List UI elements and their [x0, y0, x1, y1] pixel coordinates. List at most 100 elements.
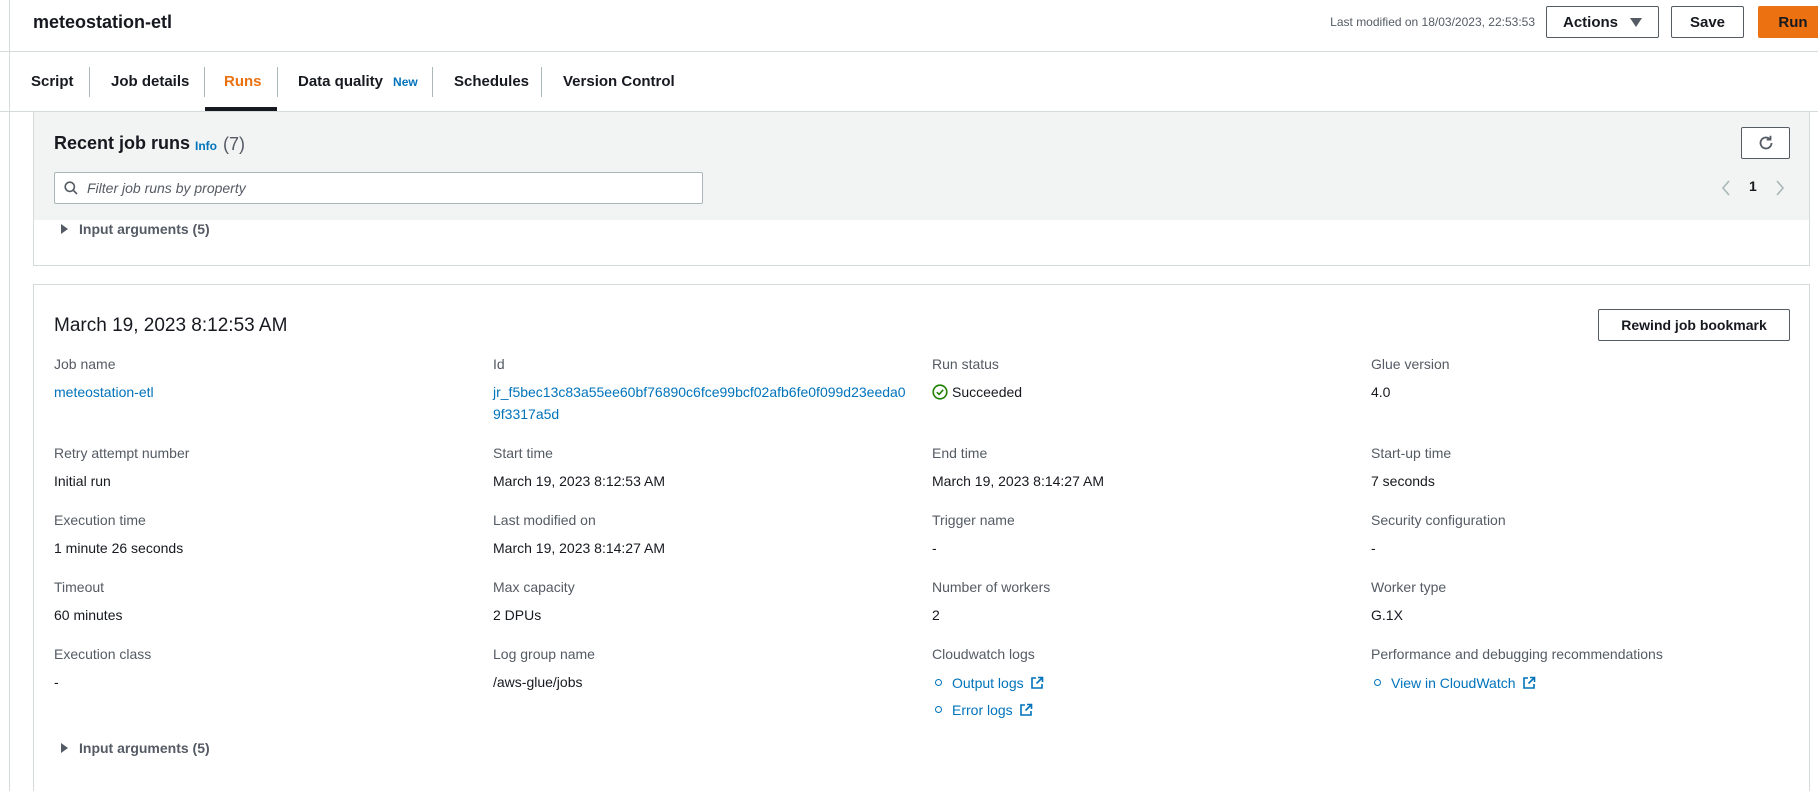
last-modified-text: Last modified on 18/03/2023, 22:53:53 [1330, 15, 1535, 29]
next-page-button[interactable] [1772, 178, 1788, 198]
previous-page-button[interactable] [1718, 178, 1734, 198]
recent-runs-title: Recent job runs [54, 133, 191, 153]
field-label: Cloudwatch logs [932, 646, 1035, 662]
tab-runs[interactable]: Runs [224, 52, 262, 111]
run-id-link[interactable]: jr_f5bec13c83a55ee60bf76890c6fce99bcf02a… [493, 381, 913, 425]
field-label: Number of workers [932, 579, 1051, 595]
tab-schedules[interactable]: Schedules [454, 52, 529, 111]
field-label: Max capacity [493, 579, 575, 595]
retry-attempt-field: Retry attempt number Initial run [54, 444, 474, 492]
page-header: meteostation-etl Last modified on 18/03/… [0, 0, 1818, 52]
input-arguments-expander[interactable]: Input arguments (5) [61, 221, 210, 237]
external-link-icon [1030, 676, 1043, 689]
info-link[interactable]: Info [195, 139, 217, 153]
run-status-value: Succeeded [952, 384, 1023, 400]
tab-version-control[interactable]: Version Control [563, 52, 675, 111]
tab-divider [277, 67, 278, 97]
rewind-job-bookmark-button[interactable]: Rewind job bookmark [1598, 309, 1790, 341]
field-label: Run status [932, 356, 999, 372]
external-link-icon [1019, 703, 1032, 716]
job-name-field: Job name meteostation-etl [54, 355, 474, 403]
error-logs-label: Error logs [952, 701, 1013, 718]
field-label: Trigger name [932, 512, 1015, 528]
field-value: G.1X [1371, 607, 1403, 623]
tab-divider [541, 67, 542, 97]
caret-right-icon [61, 743, 68, 753]
check-circle-icon [932, 384, 948, 400]
field-label: Glue version [1371, 356, 1450, 372]
run-title: March 19, 2023 8:12:53 AM [54, 315, 288, 336]
save-button[interactable]: Save [1671, 6, 1744, 38]
field-value: 60 minutes [54, 607, 123, 623]
field-label: Id [493, 356, 505, 372]
tab-script[interactable]: Script [31, 52, 74, 111]
id-field: Id jr_f5bec13c83a55ee60bf76890c6fce99bcf… [493, 355, 913, 425]
runs-count: (7) [223, 134, 245, 154]
external-link-icon [1522, 676, 1535, 689]
refresh-icon [1759, 135, 1772, 150]
recent-runs-header: Recent job runs Info (7) 1 [33, 112, 1810, 220]
actions-button[interactable]: Actions [1546, 6, 1659, 38]
field-label: Last modified on [493, 512, 596, 528]
chevron-right-icon [1776, 180, 1785, 196]
field-value: 2 DPUs [493, 607, 542, 623]
field-value: /aws-glue/jobs [493, 674, 583, 690]
tab-data-quality[interactable]: Data quality New [298, 52, 418, 111]
error-logs-link[interactable]: Error logs [932, 696, 1352, 723]
log-group-name-field: Log group name /aws-glue/jobs [493, 645, 913, 693]
field-label: Start time [493, 445, 553, 461]
field-label: Worker type [1371, 579, 1447, 595]
field-label: Start-up time [1371, 445, 1452, 461]
cloudwatch-logs-field: Cloudwatch logs Output logs Error logs [932, 645, 1352, 723]
timeout-field: Timeout 60 minutes [54, 578, 474, 626]
status-badge: Succeeded [932, 381, 1352, 403]
view-in-cloudwatch-label: View in CloudWatch [1391, 674, 1516, 691]
start-time-field: Start time March 19, 2023 8:12:53 AM [493, 444, 913, 492]
tab-job-details[interactable]: Job details [111, 52, 189, 111]
page-title: meteostation-etl [33, 12, 173, 32]
run-detail-card: March 19, 2023 8:12:53 AM Rewind job boo… [33, 284, 1810, 791]
field-value: March 19, 2023 8:14:27 AM [493, 540, 665, 556]
job-name-link[interactable]: meteostation-etl [54, 381, 474, 403]
current-page-number[interactable]: 1 [1749, 178, 1757, 194]
bullet-dot [1374, 679, 1381, 686]
field-label: Performance and debugging recommendation… [1371, 646, 1663, 662]
filter-job-runs-input[interactable] [87, 176, 687, 200]
security-configuration-field: Security configuration - [1371, 511, 1791, 559]
tab-divider [89, 67, 90, 97]
run-button[interactable]: Run [1758, 6, 1818, 38]
last-modified-on-field: Last modified on March 19, 2023 8:14:27 … [493, 511, 913, 559]
input-arguments-expander[interactable]: Input arguments (5) [61, 740, 210, 756]
startup-time-field: Start-up time 7 seconds [1371, 444, 1791, 492]
tab-divider [432, 67, 433, 97]
active-tab-indicator [205, 107, 277, 111]
view-in-cloudwatch-link[interactable]: View in CloudWatch [1371, 669, 1791, 696]
field-label: Job name [54, 356, 116, 372]
field-value: 2 [932, 607, 940, 623]
field-value: 1 minute 26 seconds [54, 540, 184, 556]
refresh-button[interactable] [1741, 127, 1790, 159]
end-time-field: End time March 19, 2023 8:14:27 AM [932, 444, 1352, 492]
field-value: - [932, 540, 937, 556]
field-value: - [54, 674, 59, 690]
run-status-field: Run status Succeeded [932, 355, 1352, 403]
filter-box [54, 172, 703, 204]
output-logs-link[interactable]: Output logs [932, 669, 1352, 696]
performance-links-list: View in CloudWatch [1371, 669, 1791, 696]
cloudwatch-logs-list: Output logs Error logs [932, 669, 1352, 723]
performance-recommendations-field: Performance and debugging recommendation… [1371, 645, 1791, 696]
tab-data-quality-label: Data quality [298, 73, 384, 90]
search-icon [64, 181, 78, 195]
tab-bar: Script Job details Runs Data quality New… [0, 52, 1818, 112]
caret-down-icon [1630, 17, 1642, 27]
field-label: Security configuration [1371, 512, 1506, 528]
actions-label: Actions [1562, 13, 1618, 31]
output-logs-label: Output logs [952, 674, 1024, 691]
field-label: Execution time [54, 512, 146, 528]
number-of-workers-field: Number of workers 2 [932, 578, 1352, 626]
execution-class-field: Execution class - [54, 645, 474, 693]
input-arguments-label: Input arguments (5) [79, 740, 210, 756]
field-value: March 19, 2023 8:14:27 AM [932, 473, 1104, 489]
caret-right-icon [61, 224, 68, 234]
trigger-name-field: Trigger name - [932, 511, 1352, 559]
